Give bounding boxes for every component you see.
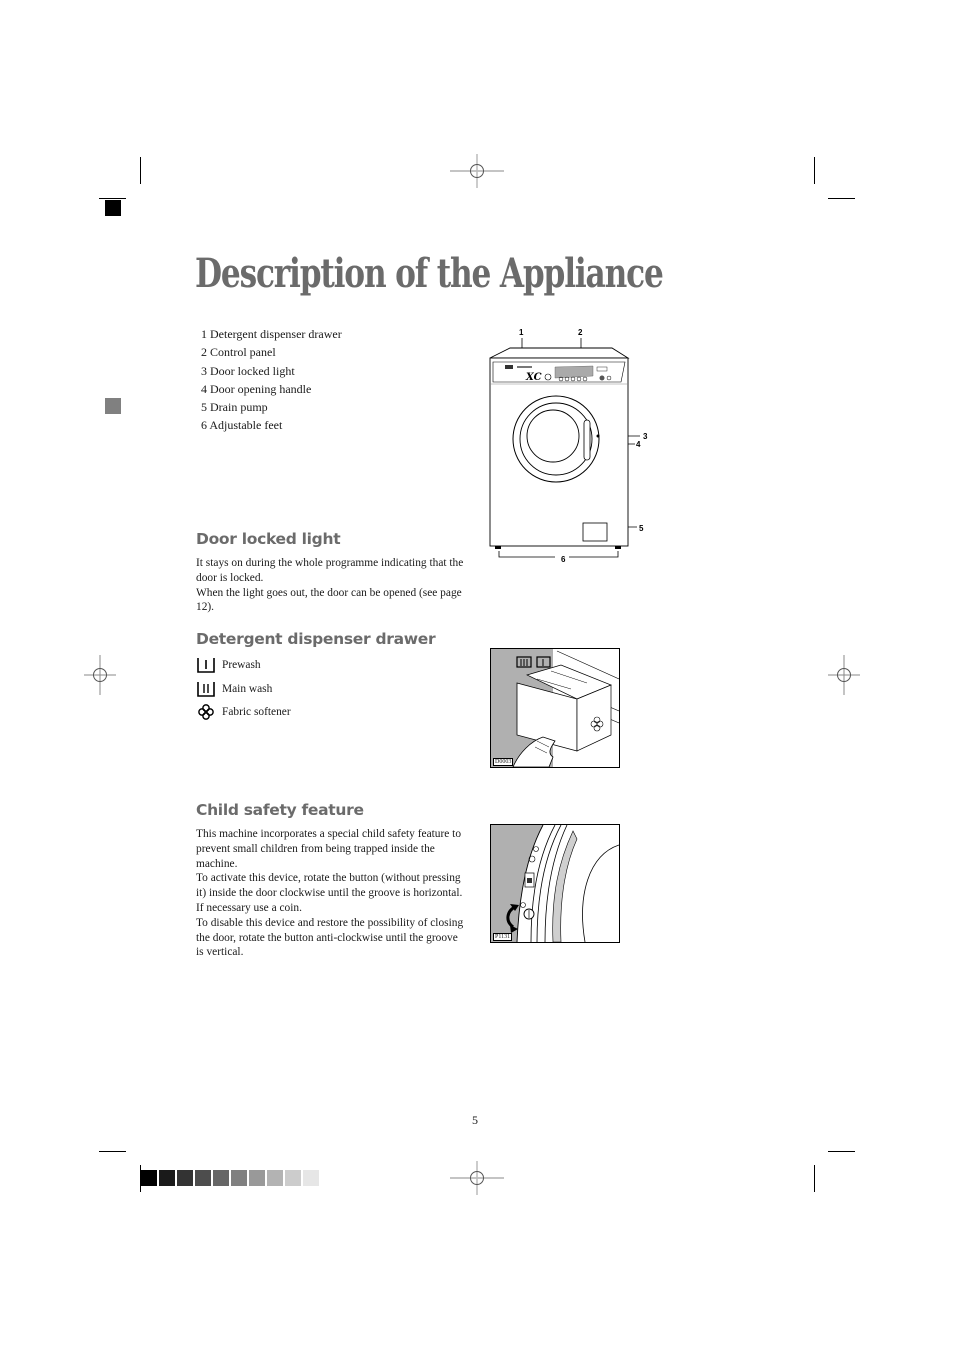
color-swatch xyxy=(213,1170,229,1186)
dispenser-legend-item: Main wash xyxy=(196,681,272,697)
callout-label: 6 xyxy=(561,555,566,564)
color-calibration-bar xyxy=(141,1170,321,1186)
dispenser-drawer-figure: D0003 xyxy=(490,648,620,768)
legend-label: Main wash xyxy=(222,683,273,695)
crop-mark xyxy=(814,1165,815,1192)
crop-mark xyxy=(99,1151,126,1152)
color-swatch xyxy=(177,1170,193,1186)
crop-mark xyxy=(99,198,126,199)
child-safety-figure: P1131 xyxy=(490,824,620,943)
brand-mark: XC xyxy=(525,372,542,383)
prewash-compartment-icon xyxy=(197,658,215,673)
appliance-figure: 1 2 3 4 5 6 XC xyxy=(489,328,648,564)
dispenser-legend-item: Fabric softener xyxy=(196,704,291,720)
paragraph: It stays on during the whole programme i… xyxy=(196,557,464,584)
registration-mark xyxy=(450,1161,504,1195)
section-heading-door-locked-light: Door locked light xyxy=(196,530,341,548)
corner-square-marker xyxy=(105,200,121,216)
legend-label: Fabric softener xyxy=(222,706,291,718)
main-wash-compartment-icon xyxy=(197,682,215,697)
parts-list: 1 Detergent dispenser drawer 2 Control p… xyxy=(201,325,342,435)
callout-label: 5 xyxy=(639,524,644,533)
door-locked-light-text: It stays on during the whole programme i… xyxy=(196,556,466,615)
parts-list-item: 5 Drain pump xyxy=(201,400,268,415)
parts-list-item: 1 Detergent dispenser drawer xyxy=(201,327,342,341)
crop-mark xyxy=(140,157,141,184)
callout-label: 3 xyxy=(643,432,648,441)
paragraph: To disable this device and restore the p… xyxy=(196,916,464,959)
registration-mark xyxy=(828,655,860,695)
paragraph: When the light goes out, the door can be… xyxy=(196,586,462,614)
parts-list-item: 3 Door locked light xyxy=(201,363,295,378)
callout-label: 2 xyxy=(578,328,583,337)
dispenser-legend-item: Prewash xyxy=(196,657,261,673)
fabric-softener-flower-icon xyxy=(198,704,214,720)
figure-code: P1131 xyxy=(493,933,513,941)
color-swatch xyxy=(141,1170,157,1186)
figure-code: D0003 xyxy=(493,758,514,766)
color-swatch xyxy=(159,1170,175,1186)
section-heading-dispenser-drawer: Detergent dispenser drawer xyxy=(196,630,436,648)
callout-label: 4 xyxy=(636,440,641,449)
color-swatch xyxy=(249,1170,265,1186)
crop-mark xyxy=(828,198,855,199)
color-swatch xyxy=(231,1170,247,1186)
color-swatch xyxy=(285,1170,301,1186)
parts-list-item: 4 Door opening handle xyxy=(201,381,312,396)
section-heading-child-safety: Child safety feature xyxy=(196,801,364,819)
legend-label: Prewash xyxy=(222,659,261,671)
registration-mark xyxy=(450,154,504,188)
registration-mark xyxy=(84,655,116,695)
page-title: Description of the Appliance xyxy=(195,250,664,297)
side-square-marker xyxy=(105,398,121,414)
parts-list-item: 6 Adjustable feet xyxy=(201,418,283,433)
callout-label: 1 xyxy=(519,328,524,337)
color-swatch xyxy=(267,1170,283,1186)
child-safety-text: This machine incorporates a special chil… xyxy=(196,827,466,960)
crop-mark xyxy=(814,157,815,184)
color-swatch xyxy=(195,1170,211,1186)
crop-mark xyxy=(828,1151,855,1152)
parts-list-item: 2 Control panel xyxy=(201,345,276,360)
paragraph: This machine incorporates a special chil… xyxy=(196,828,462,870)
color-swatch xyxy=(303,1170,319,1186)
page-number: 5 xyxy=(472,1113,478,1127)
paragraph: To activate this device, rotate the butt… xyxy=(196,872,463,914)
